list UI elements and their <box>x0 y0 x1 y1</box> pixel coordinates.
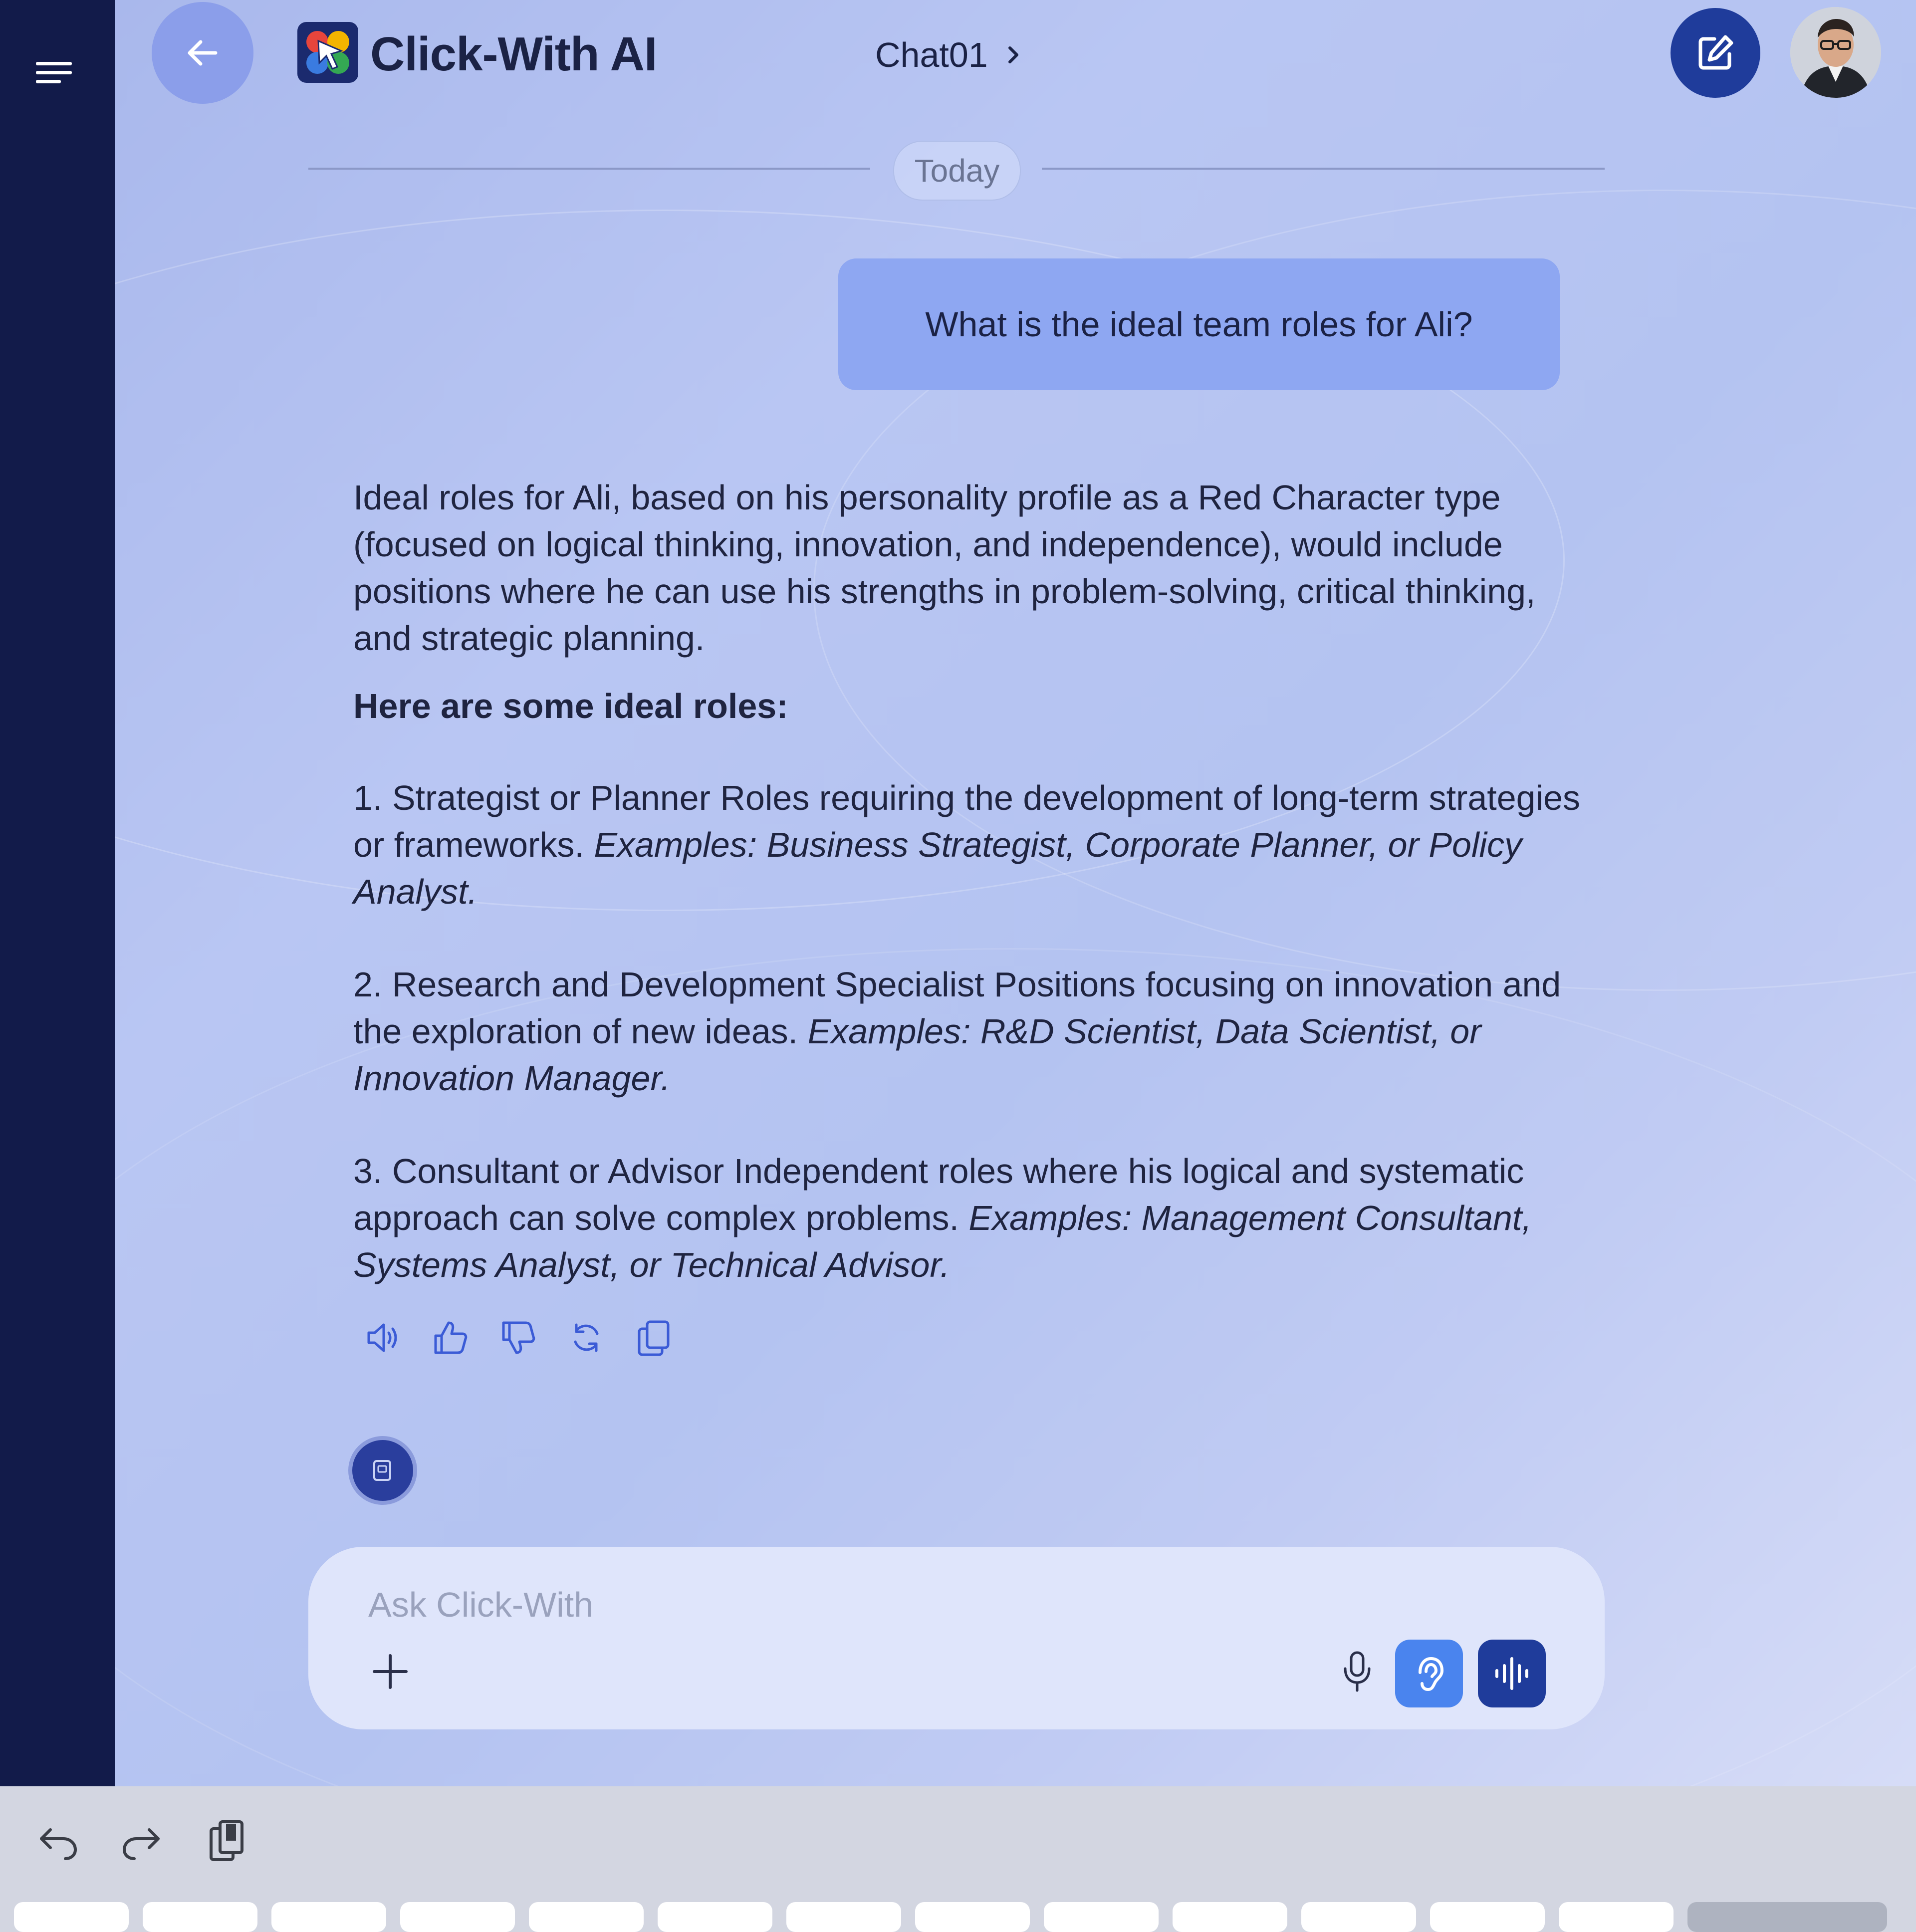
add-attachment-icon[interactable] <box>370 1652 410 1691</box>
date-divider-label: Today <box>893 141 1021 201</box>
attachment-preview-button[interactable] <box>352 1440 413 1501</box>
message-input[interactable] <box>367 1577 1267 1633</box>
undo-icon <box>40 1828 77 1860</box>
message-actions <box>362 1317 675 1358</box>
user-message-bubble: What is the ideal team roles for Ali? <box>838 258 1560 390</box>
voice-mode-button[interactable] <box>1478 1640 1546 1707</box>
thumbs-up-button[interactable] <box>430 1317 471 1358</box>
answer-heading: Here are some ideal roles: <box>353 687 788 725</box>
keyboard-key[interactable] <box>1430 1902 1545 1932</box>
role-item: 1. Strategist or Planner Roles requiring… <box>353 774 1591 915</box>
ear-icon <box>1419 1657 1444 1691</box>
back-button[interactable] <box>152 2 253 104</box>
app-title: Click-With AI <box>370 27 658 81</box>
composer <box>308 1547 1605 1729</box>
audio-waveform-icon <box>1495 1657 1528 1690</box>
assistant-message: Ideal roles for Ali, based on his person… <box>353 474 1591 1288</box>
user-message-text: What is the ideal team roles for Ali? <box>925 305 1473 344</box>
document-icon <box>373 1460 391 1481</box>
keyboard-key[interactable] <box>1173 1902 1287 1932</box>
copy-button[interactable] <box>634 1317 675 1358</box>
chevron-right-icon <box>1008 46 1018 63</box>
clipboard-icon <box>210 1820 243 1861</box>
new-chat-button[interactable] <box>1671 8 1760 98</box>
edit-icon <box>1698 35 1733 70</box>
keyboard-key[interactable] <box>14 1902 129 1932</box>
listen-button[interactable] <box>1395 1640 1463 1707</box>
copy-icon <box>638 1320 670 1356</box>
keyboard-key[interactable] <box>1301 1902 1416 1932</box>
keyboard-toolbar <box>0 1786 1916 1932</box>
speaker-icon <box>367 1323 397 1352</box>
thumbs-down-icon <box>502 1321 535 1354</box>
paste-button[interactable] <box>201 1816 250 1866</box>
avatar-image <box>1790 7 1881 98</box>
date-divider-line <box>1042 168 1605 170</box>
keyboard-key[interactable] <box>400 1902 515 1932</box>
app-logo-icon <box>297 22 358 83</box>
microphone-button[interactable] <box>1336 1649 1378 1694</box>
chat-breadcrumb[interactable]: Chat01 <box>875 35 1021 75</box>
keyboard-key[interactable] <box>1687 1902 1887 1932</box>
keyboard-key[interactable] <box>658 1902 772 1932</box>
thumbs-up-icon <box>434 1321 468 1354</box>
thumbs-down-button[interactable] <box>498 1317 539 1358</box>
keyboard-row <box>14 1902 1887 1932</box>
user-avatar[interactable] <box>1790 7 1881 98</box>
undo-button[interactable] <box>33 1816 83 1866</box>
redo-icon <box>122 1828 160 1860</box>
answer-intro: Ideal roles for Ali, based on his person… <box>353 478 1536 658</box>
keyboard-key[interactable] <box>271 1902 386 1932</box>
keyboard-key[interactable] <box>1559 1902 1674 1932</box>
microphone-icon <box>1344 1651 1371 1692</box>
chat-name: Chat01 <box>875 35 988 74</box>
sidebar <box>0 0 115 1786</box>
keyboard-key[interactable] <box>143 1902 257 1932</box>
keyboard-key[interactable] <box>1044 1902 1159 1932</box>
date-divider-line <box>308 168 870 170</box>
keyboard-key[interactable] <box>529 1902 644 1932</box>
regenerate-icon <box>574 1323 599 1352</box>
keyboard-key[interactable] <box>786 1902 901 1932</box>
redo-button[interactable] <box>117 1816 167 1866</box>
arrow-left-icon <box>188 40 218 66</box>
hamburger-menu-icon[interactable] <box>36 58 72 88</box>
role-item: 2. Research and Development Specialist P… <box>353 961 1591 1102</box>
regenerate-button[interactable] <box>566 1317 607 1358</box>
role-item: 3. Consultant or Advisor Independent rol… <box>353 1148 1591 1288</box>
keyboard-key[interactable] <box>915 1902 1030 1932</box>
read-aloud-button[interactable] <box>362 1317 403 1358</box>
